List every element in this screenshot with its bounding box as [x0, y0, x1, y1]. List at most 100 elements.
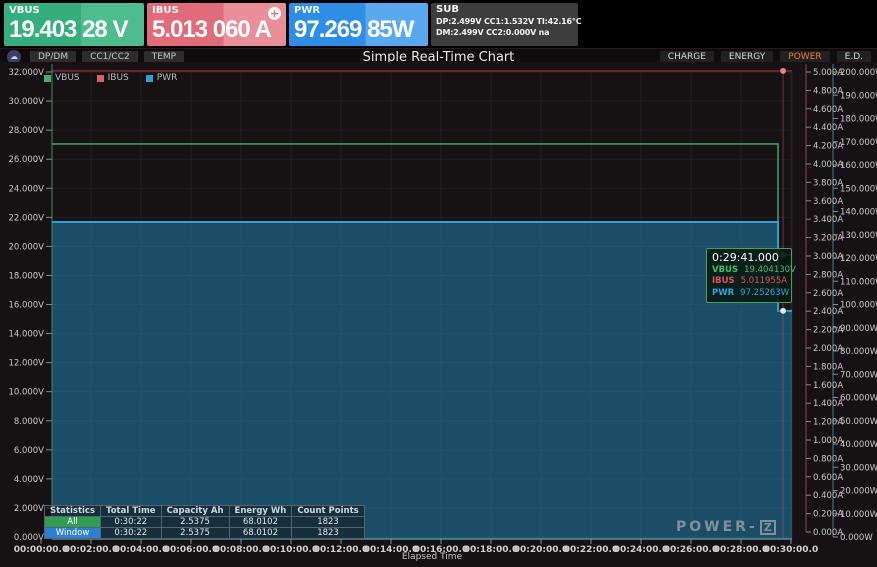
app-window: VBUS 19.403 28 V IBUS + 5.013 060 A PWR …: [0, 0, 877, 567]
svg-text:5.000A: 5.000A: [813, 68, 843, 78]
series-area-pwr: [52, 222, 792, 539]
vbus-swatch-icon: [44, 75, 51, 82]
vbus-value: 19.403 28 V: [9, 17, 139, 43]
stats-cell: 1823: [292, 528, 364, 539]
svg-text:10.000W: 10.000W: [840, 510, 877, 520]
crosshair-dot-pwr: [780, 308, 786, 314]
svg-text:0.600A: 0.600A: [813, 473, 843, 483]
svg-text:140.000W: 140.000W: [840, 208, 877, 218]
sub-label: SUB: [436, 4, 573, 15]
svg-text:160.000W: 160.000W: [840, 161, 877, 171]
meter-bar: VBUS 19.403 28 V IBUS + 5.013 060 A PWR …: [0, 0, 877, 49]
pwr-label: PWR: [294, 5, 423, 16]
stats-row-all: All 0:30:22 2.5375 68.0102 1823: [45, 517, 365, 528]
svg-text:2.200A: 2.200A: [813, 326, 843, 336]
sub-line-2: DM:2.499V CC2:0.000V na: [436, 28, 573, 37]
svg-text:3.400A: 3.400A: [813, 215, 843, 225]
svg-text:26.000V: 26.000V: [8, 155, 44, 165]
svg-text:60.000W: 60.000W: [840, 394, 877, 404]
legend-label: VBUS: [55, 73, 80, 83]
stats-header-cell: Capacity Ah: [161, 506, 229, 517]
svg-text:30.000V: 30.000V: [8, 97, 44, 107]
svg-text:2.000V: 2.000V: [14, 504, 44, 514]
svg-text:4.000V: 4.000V: [14, 475, 44, 485]
stats-row-label: All: [45, 517, 101, 528]
svg-text:3.800A: 3.800A: [813, 178, 843, 188]
realtime-chart[interactable]: 32.000V 30.000V 28.000V 26.000V 24.000V 22.00…: [0, 62, 877, 567]
pwr-swatch-icon: [146, 75, 153, 82]
ibus-value: 5.013 060 A: [152, 17, 281, 43]
svg-text:3.000A: 3.000A: [813, 252, 843, 262]
ibus-swatch-icon: [97, 75, 104, 82]
stats-header-cell: Total Time: [101, 506, 162, 517]
svg-text:0.400A: 0.400A: [813, 491, 843, 501]
stats-row-label: Window: [45, 528, 101, 539]
svg-text:20.000V: 20.000V: [8, 242, 44, 252]
svg-text:1.600A: 1.600A: [813, 381, 843, 391]
svg-text:1.400A: 1.400A: [813, 399, 843, 409]
svg-text:100.000W: 100.000W: [840, 301, 877, 311]
svg-text:2.800A: 2.800A: [813, 270, 843, 280]
svg-text:1.800A: 1.800A: [813, 362, 843, 372]
svg-text:0.000V: 0.000V: [14, 533, 44, 543]
tooltip-row-ibus: IBUS 5.011955A: [712, 276, 786, 287]
sub-readings-card: SUB DP:2.499V CC1:1.532V TI:42.16°C DM:2…: [431, 3, 578, 46]
svg-text:0.200A: 0.200A: [813, 510, 843, 520]
svg-text:0.000A: 0.000A: [813, 528, 843, 538]
svg-text:0.800A: 0.800A: [813, 454, 843, 464]
stats-header-cell: Energy Wh: [229, 506, 292, 517]
watermark-z-box: Z: [760, 520, 776, 535]
stats-row-window: Window 0:30:22 2.5375 68.0102 1823: [45, 528, 365, 539]
svg-text:80.000W: 80.000W: [840, 347, 877, 357]
ibus-label: IBUS: [152, 5, 281, 16]
chart-tooltip: 0:29:41.000 VBUS 19.404130V IBUS 5.01195…: [706, 248, 792, 303]
stats-cell: 1823: [292, 517, 364, 528]
legend-item-vbus[interactable]: VBUS: [44, 73, 80, 83]
svg-text:4.400A: 4.400A: [813, 123, 843, 133]
svg-text:120.000W: 120.000W: [840, 254, 877, 264]
svg-text:180.000W: 180.000W: [840, 115, 877, 125]
vbus-label: VBUS: [9, 5, 139, 16]
svg-text:2.600A: 2.600A: [813, 289, 843, 299]
svg-text:24.000V: 24.000V: [8, 184, 44, 194]
svg-text:4.800A: 4.800A: [813, 86, 843, 96]
sub-line-1: DP:2.499V CC1:1.532V TI:42.16°C: [436, 17, 573, 26]
x-axis-title: Elapsed Time: [0, 552, 864, 562]
svg-text:14.000V: 14.000V: [8, 330, 44, 340]
svg-text:4.200A: 4.200A: [813, 142, 843, 152]
svg-text:70.000W: 70.000W: [840, 370, 877, 380]
svg-text:90.000W: 90.000W: [840, 324, 877, 334]
add-icon[interactable]: +: [268, 7, 281, 20]
svg-text:1.000A: 1.000A: [813, 436, 843, 446]
svg-text:150.000W: 150.000W: [840, 184, 877, 194]
svg-text:32.000V: 32.000V: [8, 68, 44, 78]
legend-item-ibus[interactable]: IBUS: [97, 73, 129, 83]
stats-cell: 2.5375: [161, 517, 229, 528]
svg-text:170.000W: 170.000W: [840, 138, 877, 148]
svg-text:190.000W: 190.000W: [840, 91, 877, 101]
svg-text:18.000V: 18.000V: [8, 271, 44, 281]
svg-text:20.000W: 20.000W: [840, 487, 877, 497]
svg-text:50.000W: 50.000W: [840, 417, 877, 427]
svg-text:0.000W: 0.000W: [840, 533, 873, 543]
svg-text:1.200A: 1.200A: [813, 418, 843, 428]
svg-text:200.000W: 200.000W: [840, 68, 877, 78]
svg-text:16.000V: 16.000V: [8, 301, 44, 311]
stats-header-row: Statistics Total Time Capacity Ah Energy…: [45, 506, 365, 517]
tooltip-row-vbus: VBUS 19.404130V: [712, 265, 786, 276]
svg-text:2.000A: 2.000A: [813, 344, 843, 354]
stats-cell: 0:30:22: [101, 528, 162, 539]
svg-text:22.000V: 22.000V: [8, 213, 44, 223]
svg-text:6.000V: 6.000V: [14, 446, 44, 456]
powerz-watermark: POWER-Z: [676, 519, 776, 535]
svg-text:28.000V: 28.000V: [8, 126, 44, 136]
legend-label: IBUS: [108, 73, 129, 83]
crosshair-dot-ibus: [780, 68, 786, 74]
watermark-text: POWER-: [676, 519, 758, 535]
svg-text:130.000W: 130.000W: [840, 231, 877, 241]
svg-text:4.600A: 4.600A: [813, 105, 843, 115]
legend-item-pwr[interactable]: PWR: [146, 73, 178, 83]
pwr-meter-card: PWR 97.269 85W: [289, 3, 428, 46]
stats-cell: 2.5375: [161, 528, 229, 539]
tooltip-row-pwr: PWR 97.25263W: [712, 288, 786, 299]
